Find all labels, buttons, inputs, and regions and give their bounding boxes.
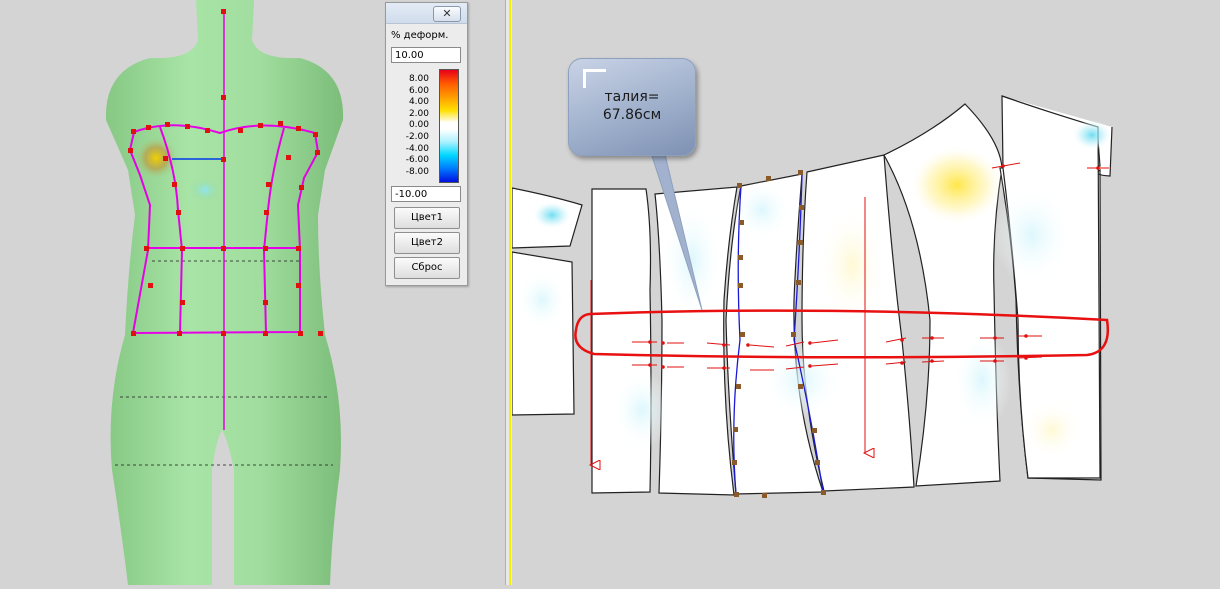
scale-label: 6.00 [408,85,429,96]
deform-min-input[interactable]: -10.00 [391,186,461,202]
scale-label: -6.00 [405,155,429,166]
deform-percent-input[interactable]: 10.00 [391,47,461,63]
callout-label: талия= [604,89,660,105]
deform-percent-label: % деформ. [391,30,449,41]
color1-button[interactable]: Цвет1 [394,207,460,229]
scale-label: -8.00 [405,166,429,177]
deformation-panel[interactable]: ✕ % деформ. 10.00 8.00 6.00 4.00 2.00 0.… [385,2,468,286]
scale-label: 8.00 [408,74,429,84]
reset-button[interactable]: Сброс [394,257,460,279]
callout-value: 67.86см [602,107,662,123]
color-scale-labels: 8.00 6.00 4.00 2.00 0.00 -2.00 -4.00 -6.… [389,74,431,178]
panel-titlebar[interactable]: ✕ [386,3,467,24]
close-button[interactable]: ✕ [433,6,461,22]
scale-label: 0.00 [408,120,429,131]
scale-label: 2.00 [408,108,429,119]
waist-measurement-callout: талия= 67.86см [568,58,696,156]
scale-label: -4.00 [405,143,429,154]
scale-label: 4.00 [408,97,429,108]
callout-corner [583,69,606,88]
color2-button[interactable]: Цвет2 [394,232,460,254]
color-scale-bar [439,69,459,183]
scale-label: -2.00 [405,131,429,142]
